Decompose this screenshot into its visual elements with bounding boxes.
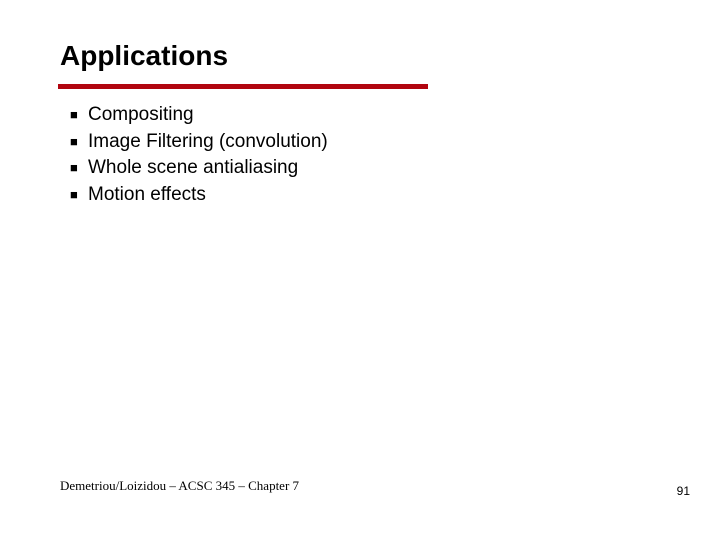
title-underline [58, 84, 428, 89]
page-number: 91 [677, 484, 690, 498]
bullet-icon: ■ [70, 186, 88, 204]
list-item-label: Motion effects [88, 182, 206, 208]
bullet-icon: ■ [70, 106, 88, 124]
bullet-icon: ■ [70, 133, 88, 151]
list-item: ■ Motion effects [70, 182, 328, 208]
list-item: ■ Whole scene antialiasing [70, 155, 328, 181]
list-item-label: Image Filtering (convolution) [88, 129, 328, 155]
list-item: ■ Compositing [70, 102, 328, 128]
list-item: ■ Image Filtering (convolution) [70, 129, 328, 155]
slide: Applications ■ Compositing ■ Image Filte… [0, 0, 720, 540]
bullet-icon: ■ [70, 159, 88, 177]
slide-title: Applications [60, 40, 228, 72]
list-item-label: Whole scene antialiasing [88, 155, 298, 181]
list-item-label: Compositing [88, 102, 194, 128]
bullet-list: ■ Compositing ■ Image Filtering (convolu… [70, 102, 328, 209]
footer-credit: Demetriou/Loizidou – ACSC 345 – Chapter … [60, 478, 299, 494]
